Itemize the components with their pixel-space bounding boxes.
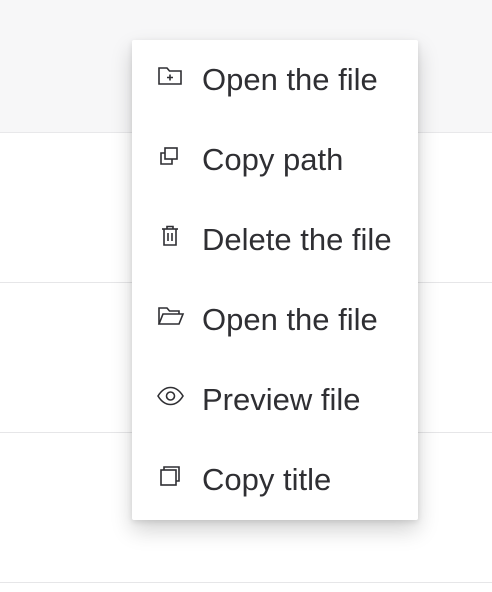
file-list-page: Open the file Copy path Delete the file … — [0, 0, 492, 592]
trash-icon — [156, 224, 186, 248]
menu-item-delete-file[interactable]: Delete the file — [132, 200, 418, 280]
menu-item-copy-title[interactable]: Copy title — [132, 440, 418, 520]
copy-icon — [156, 144, 186, 168]
menu-item-preview-file[interactable]: Preview file — [132, 360, 418, 440]
menu-item-open-file-folder[interactable]: Open the file — [132, 280, 418, 360]
menu-item-label: Delete the file — [202, 222, 392, 257]
folder-open-icon — [156, 304, 186, 328]
menu-item-copy-path[interactable]: Copy path — [132, 120, 418, 200]
menu-item-open-file[interactable]: Open the file — [132, 40, 418, 120]
folder-plus-icon — [156, 64, 186, 88]
copy-window-icon — [156, 464, 186, 488]
menu-item-label: Copy title — [202, 462, 332, 497]
file-context-menu: Open the file Copy path Delete the file … — [132, 40, 418, 520]
eye-icon — [156, 384, 186, 408]
list-row-divider — [0, 582, 492, 583]
menu-item-label: Open the file — [202, 62, 378, 97]
menu-item-label: Open the file — [202, 302, 378, 337]
menu-item-label: Preview file — [202, 382, 361, 417]
menu-item-label: Copy path — [202, 142, 344, 177]
